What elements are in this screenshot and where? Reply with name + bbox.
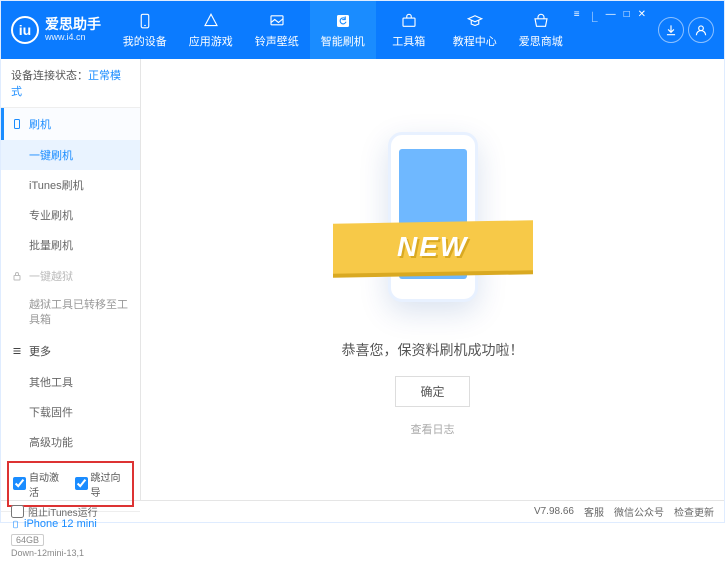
checkbox-highlight-row: 自动激活 跳过向导: [7, 461, 134, 507]
nav-label: 爱思商城: [519, 33, 563, 49]
ribbon-text: NEW: [397, 231, 468, 263]
checkbox-skip-guide[interactable]: 跳过向导: [75, 469, 129, 499]
footer-check-update[interactable]: 检查更新: [674, 504, 714, 519]
sidebar-item-pro-flash[interactable]: 专业刷机: [1, 200, 140, 230]
main-content: NEW 恭喜您，保资料刷机成功啦！ 确定 查看日志: [141, 59, 724, 500]
confirm-button[interactable]: 确定: [395, 376, 469, 407]
checkbox-input[interactable]: [75, 477, 88, 490]
graduation-icon: [466, 12, 484, 30]
device-sub: Down-12mini-13,1: [11, 548, 130, 558]
nav-label: 教程中心: [453, 33, 497, 49]
nav-label: 铃声壁纸: [255, 33, 299, 49]
nav-tutorials[interactable]: 教程中心: [442, 1, 508, 59]
sidebar-item-advanced[interactable]: 高级功能: [1, 427, 140, 457]
sidebar-item-itunes-flash[interactable]: iTunes刷机: [1, 170, 140, 200]
nav-apps-games[interactable]: 应用游戏: [178, 1, 244, 59]
nav-label: 我的设备: [123, 33, 167, 49]
menu-icon[interactable]: ≡: [574, 9, 580, 24]
section-flash[interactable]: 刷机: [1, 108, 140, 140]
section-jailbreak: 一键越狱: [1, 260, 140, 292]
main-nav: 我的设备 应用游戏 铃声壁纸 智能刷机 工具箱 教程中心 爱思商城: [112, 1, 574, 59]
window-controls: ≡ ⎿ — □ ✕: [574, 9, 646, 24]
apps-icon: [202, 12, 220, 30]
phone-icon: [11, 118, 23, 130]
jailbreak-note: 越狱工具已转移至工具箱: [1, 292, 140, 335]
section-label: 更多: [29, 343, 51, 359]
header-right: ≡ ⎿ — □ ✕: [574, 9, 714, 52]
close-icon[interactable]: ✕: [638, 9, 646, 24]
device-name: iPhone 12 mini: [11, 518, 130, 531]
sidebar-item-oneclick-flash[interactable]: 一键刷机: [1, 140, 140, 170]
sidebar: 设备连接状态：正常模式 刷机 一键刷机 iTunes刷机 专业刷机 批量刷机 一…: [1, 59, 141, 500]
device-storage: 64GB: [11, 534, 44, 546]
nav-label: 智能刷机: [321, 33, 365, 49]
wallpaper-icon: [268, 12, 286, 30]
nav-smart-flash[interactable]: 智能刷机: [310, 1, 376, 59]
lock-icon: [11, 270, 23, 282]
version-label: V7.98.66: [534, 506, 574, 517]
checkbox-input[interactable]: [13, 477, 26, 490]
nav-ringtones[interactable]: 铃声壁纸: [244, 1, 310, 59]
checkbox-label: 跳过向导: [91, 469, 129, 499]
nav-my-device[interactable]: 我的设备: [112, 1, 178, 59]
logo-area: iu 爱思助手 www.i4.cn: [11, 16, 112, 44]
footer: 阻止iTunes运行 V7.98.66 客服 微信公众号 检查更新: [1, 500, 724, 522]
app-url: www.i4.cn: [45, 33, 101, 43]
nav-label: 应用游戏: [189, 33, 233, 49]
app-header: iu 爱思助手 www.i4.cn 我的设备 应用游戏 铃声壁纸 智能刷机 工具…: [1, 1, 724, 59]
section-more[interactable]: 更多: [1, 335, 140, 367]
minimize-icon[interactable]: —: [606, 9, 616, 24]
phone-icon: [136, 12, 154, 30]
phone-icon: [11, 518, 20, 531]
download-button[interactable]: [658, 17, 684, 43]
nav-label: 工具箱: [392, 33, 425, 49]
sidebar-item-other-tools[interactable]: 其他工具: [1, 367, 140, 397]
conn-label: 设备连接状态：: [11, 70, 88, 82]
connection-status: 设备连接状态：正常模式: [1, 59, 140, 108]
store-icon: [532, 12, 550, 30]
checkbox-label: 自动激活: [29, 469, 67, 499]
checkbox-auto-activate[interactable]: 自动激活: [13, 469, 67, 499]
section-label: 一键越狱: [29, 268, 73, 284]
pin-icon[interactable]: ⎿: [588, 9, 598, 24]
sidebar-item-download-firmware[interactable]: 下载固件: [1, 397, 140, 427]
success-message: 恭喜您，保资料刷机成功啦！: [342, 340, 524, 360]
user-button[interactable]: [688, 17, 714, 43]
view-log-link[interactable]: 查看日志: [411, 421, 455, 437]
footer-wechat[interactable]: 微信公众号: [614, 504, 664, 519]
list-icon: [11, 345, 23, 357]
nav-store[interactable]: 爱思商城: [508, 1, 574, 59]
checkbox-block-itunes[interactable]: 阻止iTunes运行: [11, 504, 98, 519]
refresh-icon: [334, 12, 352, 30]
device-name-text: iPhone 12 mini: [24, 518, 97, 530]
toolbox-icon: [400, 12, 418, 30]
maximize-icon[interactable]: □: [624, 9, 630, 24]
sidebar-item-batch-flash[interactable]: 批量刷机: [1, 230, 140, 260]
logo-icon: iu: [11, 16, 39, 44]
success-illustration: NEW: [353, 122, 513, 322]
checkbox-input[interactable]: [11, 505, 24, 518]
nav-toolbox[interactable]: 工具箱: [376, 1, 442, 59]
checkbox-label: 阻止iTunes运行: [28, 504, 98, 519]
footer-service[interactable]: 客服: [584, 504, 604, 519]
section-label: 刷机: [29, 116, 51, 132]
app-name: 爱思助手: [45, 17, 101, 32]
